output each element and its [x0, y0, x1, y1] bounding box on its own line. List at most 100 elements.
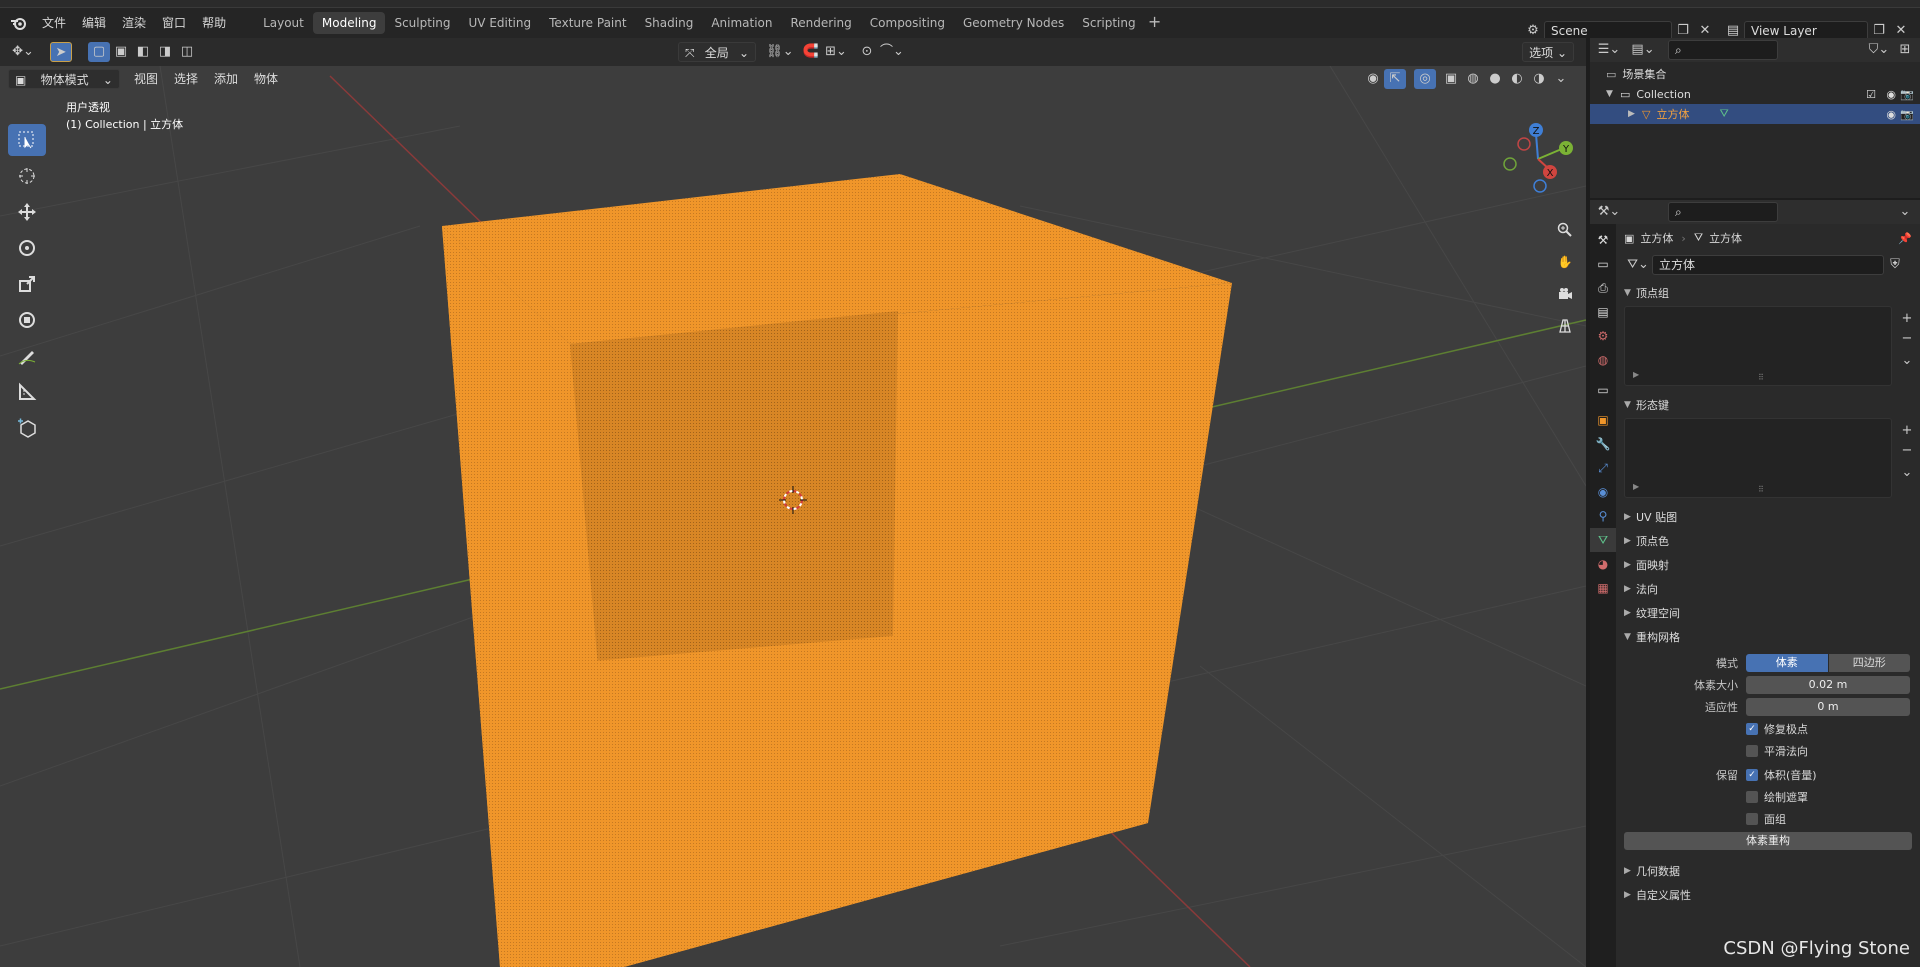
render-tab-icon[interactable]: ▭	[1590, 252, 1616, 276]
preserve-face-sets-row[interactable]: 面组	[1616, 808, 1920, 830]
mesh-name-field[interactable]: 立方体	[1652, 255, 1884, 275]
tab-layout[interactable]: Layout	[254, 12, 313, 34]
properties-search-input[interactable]: ⌕	[1668, 202, 1778, 222]
mesh-browse-icon[interactable]: ⛛⌄	[1624, 255, 1652, 275]
panel-custom-properties[interactable]: ▶ 自定义属性	[1616, 884, 1920, 906]
mode-quad-button[interactable]: 四边形	[1828, 654, 1910, 672]
modifier-tab-icon[interactable]: 🔧	[1590, 432, 1616, 456]
visibility-eye-icon[interactable]: ◉	[1886, 108, 1896, 121]
tab-rendering[interactable]: Rendering	[782, 12, 861, 34]
preserve-paint-mask-checkbox[interactable]	[1746, 791, 1758, 803]
tab-scripting[interactable]: Scripting	[1073, 12, 1144, 34]
remove-vertex-group-button[interactable]: −	[1897, 329, 1917, 349]
snap-toggle-icon[interactable]: 🧲	[800, 42, 822, 62]
menu-select[interactable]: 选择	[166, 69, 206, 89]
editor-type-icon[interactable]: ✥⌄	[8, 42, 38, 62]
smooth-normals-checkbox[interactable]	[1746, 745, 1758, 757]
menu-add[interactable]: 添加	[206, 69, 246, 89]
fake-user-shield-icon[interactable]: ⛨	[1884, 255, 1906, 275]
camera-view-icon[interactable]	[1552, 280, 1578, 308]
pin-icon[interactable]: 📌	[1898, 232, 1912, 245]
gizmo-toggle-icon[interactable]: ⇱	[1384, 69, 1406, 89]
render-camera-icon[interactable]: 📷	[1900, 108, 1914, 121]
wireframe-shading-icon[interactable]: ◍	[1462, 69, 1484, 89]
world-tab-icon[interactable]: ◍	[1590, 348, 1616, 372]
zoom-icon[interactable]	[1552, 216, 1578, 244]
perspective-grid-icon[interactable]	[1552, 312, 1578, 340]
material-tab-icon[interactable]: ◕	[1590, 552, 1616, 576]
resize-grip-icon[interactable]: ⠿	[1758, 485, 1764, 494]
outliner-row-collection[interactable]: ▼ ▭ Collection ☑ ◉ 📷	[1590, 84, 1920, 104]
add-shape-key-button[interactable]: +	[1897, 421, 1917, 441]
annotate-tool-icon[interactable]	[8, 340, 46, 372]
collection-tab-icon[interactable]: ▭	[1590, 378, 1616, 402]
select-extend-icon[interactable]: ▣	[110, 42, 132, 62]
tab-modeling[interactable]: Modeling	[312, 12, 386, 34]
exclude-checkbox-icon[interactable]: ☑	[1866, 88, 1876, 101]
add-cube-tool-icon[interactable]	[8, 412, 46, 444]
add-vertex-group-button[interactable]: +	[1897, 309, 1917, 329]
menu-window[interactable]: 窗口	[154, 8, 194, 38]
cube-mesh[interactable]	[442, 174, 1232, 967]
tab-uv-editing[interactable]: UV Editing	[460, 12, 541, 34]
outliner-row-cube[interactable]: ▶ ▽ 立方体 ⛛ ◉ 📷	[1590, 104, 1920, 124]
tool-tab-icon[interactable]: ⚒	[1590, 228, 1616, 252]
select-tool-header-icon[interactable]: ➤	[50, 42, 72, 62]
outliner-editor-icon[interactable]: ☰⌄	[1594, 40, 1624, 60]
mode-dropdown[interactable]: ▣ 物体模式 ⌄	[8, 69, 120, 89]
texture-tab-icon[interactable]: ▦	[1590, 576, 1616, 600]
output-tab-icon[interactable]: ⎙	[1590, 276, 1616, 300]
tab-compositing[interactable]: Compositing	[861, 12, 954, 34]
new-collection-icon[interactable]: ⊞	[1894, 40, 1916, 60]
shape-keys-list[interactable]: ▶ ⠿ + − ⌄	[1624, 418, 1912, 498]
remove-shape-key-button[interactable]: −	[1897, 441, 1917, 461]
tab-sculpting[interactable]: Sculpting	[385, 12, 459, 34]
solid-shading-icon[interactable]: ●	[1484, 69, 1506, 89]
properties-editor-icon[interactable]: ⚒⌄	[1594, 202, 1624, 222]
measure-tool-icon[interactable]	[8, 376, 46, 408]
menu-help[interactable]: 帮助	[194, 8, 234, 38]
panel-texture-space[interactable]: ▶ 纹理空间	[1616, 602, 1920, 624]
transform-tool-icon[interactable]	[8, 304, 46, 336]
options-dropdown[interactable]: 选项 ⌄	[1522, 42, 1574, 62]
panel-remesh[interactable]: ▼ 重构网格	[1616, 626, 1920, 648]
snap-target-icon[interactable]: ⊞⌄	[822, 42, 850, 62]
tab-texture-paint[interactable]: Texture Paint	[540, 12, 635, 34]
mesh-data-tab-icon[interactable]: ⛛	[1590, 528, 1616, 552]
physics-tab-icon[interactable]: ◉	[1590, 480, 1616, 504]
shape-key-menu-chevron-icon[interactable]: ⌄	[1897, 463, 1917, 483]
select-invert-icon[interactable]: ◨	[154, 42, 176, 62]
shading-options-chevron-icon[interactable]: ⌄	[1550, 69, 1572, 89]
preserve-volume-row[interactable]: 保留 ✓ 体积(音量)	[1616, 764, 1920, 786]
outliner-search-input[interactable]: ⌕	[1668, 40, 1778, 60]
navigation-gizmo[interactable]: Z Y X	[1503, 123, 1573, 193]
add-workspace-button[interactable]: +	[1145, 13, 1165, 33]
panel-vertex-groups[interactable]: ▼ 顶点组	[1616, 282, 1920, 304]
outliner-row-scene-collection[interactable]: ▭ 场景集合	[1590, 64, 1920, 84]
preserve-volume-checkbox[interactable]: ✓	[1746, 769, 1758, 781]
pivot-point-icon[interactable]: ⛓⌄	[766, 42, 794, 62]
list-filter-arrow-icon[interactable]: ▶	[1633, 370, 1639, 379]
3d-viewport[interactable]: Z Y X 用户透视 (1) Collection | 立方体 ✋ ▣ 物体模式…	[0, 66, 1586, 967]
vertex-group-menu-chevron-icon[interactable]: ⌄	[1897, 351, 1917, 371]
list-filter-arrow-icon[interactable]: ▶	[1633, 482, 1639, 491]
visibility-eye-icon[interactable]: ◉	[1362, 69, 1384, 89]
select-intersect-icon[interactable]: ◫	[176, 42, 198, 62]
tab-shading[interactable]: Shading	[636, 12, 703, 34]
menu-object[interactable]: 物体	[246, 69, 286, 89]
tab-animation[interactable]: Animation	[702, 12, 781, 34]
panel-vertex-colors[interactable]: ▶ 顶点色	[1616, 530, 1920, 552]
mode-voxel-button[interactable]: 体素	[1746, 654, 1828, 672]
menu-file[interactable]: 文件	[34, 8, 74, 38]
xray-toggle-icon[interactable]: ▣	[1440, 69, 1462, 89]
panel-face-maps[interactable]: ▶ 面映射	[1616, 554, 1920, 576]
tab-geometry-nodes[interactable]: Geometry Nodes	[954, 12, 1073, 34]
menu-view[interactable]: 视图	[126, 69, 166, 89]
adaptivity-field[interactable]: 0 m	[1746, 698, 1910, 716]
panel-shape-keys[interactable]: ▼ 形态键	[1616, 394, 1920, 416]
select-new-icon[interactable]: ▢	[88, 42, 110, 62]
preserve-paint-mask-row[interactable]: 绘制遮罩	[1616, 786, 1920, 808]
expand-arrow-icon[interactable]: ▼	[1606, 89, 1620, 99]
select-box-tool-icon[interactable]	[8, 124, 46, 156]
voxel-size-field[interactable]: 0.02 m	[1746, 676, 1910, 694]
